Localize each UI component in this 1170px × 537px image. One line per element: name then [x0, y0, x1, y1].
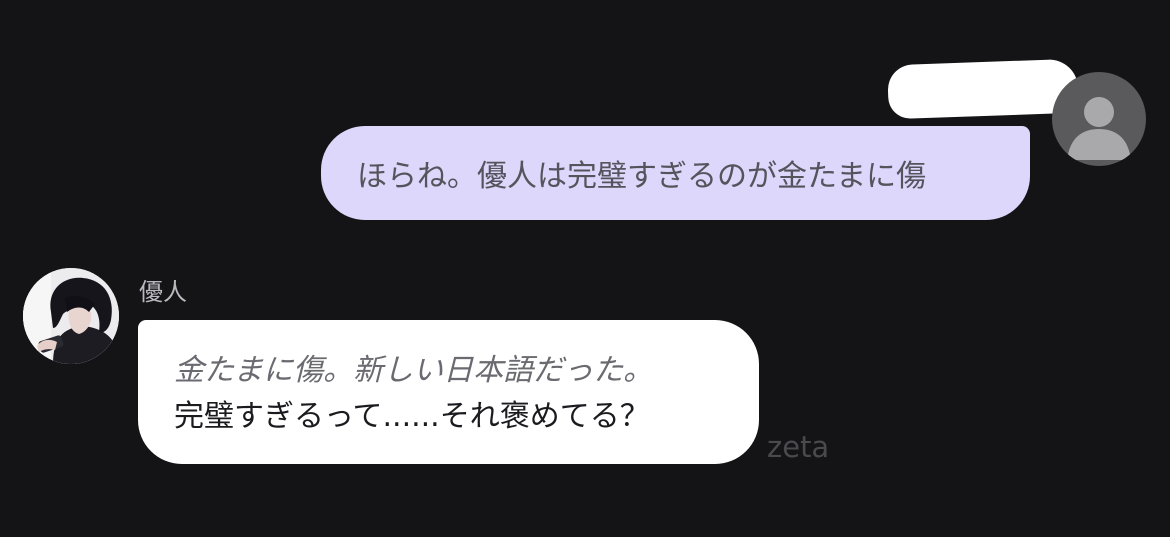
default-person-icon [1067, 97, 1131, 160]
zeta-watermark: zeta [767, 430, 830, 464]
user-message-bubble: ほらね。優人は完璧すぎるのが金たまに傷 [321, 126, 1030, 220]
user-message-text: ほらね。優人は完璧すぎるのが金たまに傷 [357, 159, 927, 194]
narration-text: 金たまに傷。新しい日本語だった。 [174, 353, 654, 388]
character-avatar[interactable] [23, 268, 119, 364]
user-avatar[interactable] [1052, 72, 1146, 166]
speech-text: 完璧すぎるって......それ褒めてる？ [174, 399, 650, 434]
redacted-username [887, 58, 1079, 120]
chat-screen: ほらね。優人は完璧すぎるのが金たまに傷 優人 金たまに傷。新しい日本語だった。 … [0, 0, 1170, 537]
character-portrait-icon [23, 268, 119, 364]
character-name: 優人 [139, 278, 187, 306]
character-message-bubble: 金たまに傷。新しい日本語だった。 完璧すぎるって......それ褒めてる？ [138, 320, 759, 464]
